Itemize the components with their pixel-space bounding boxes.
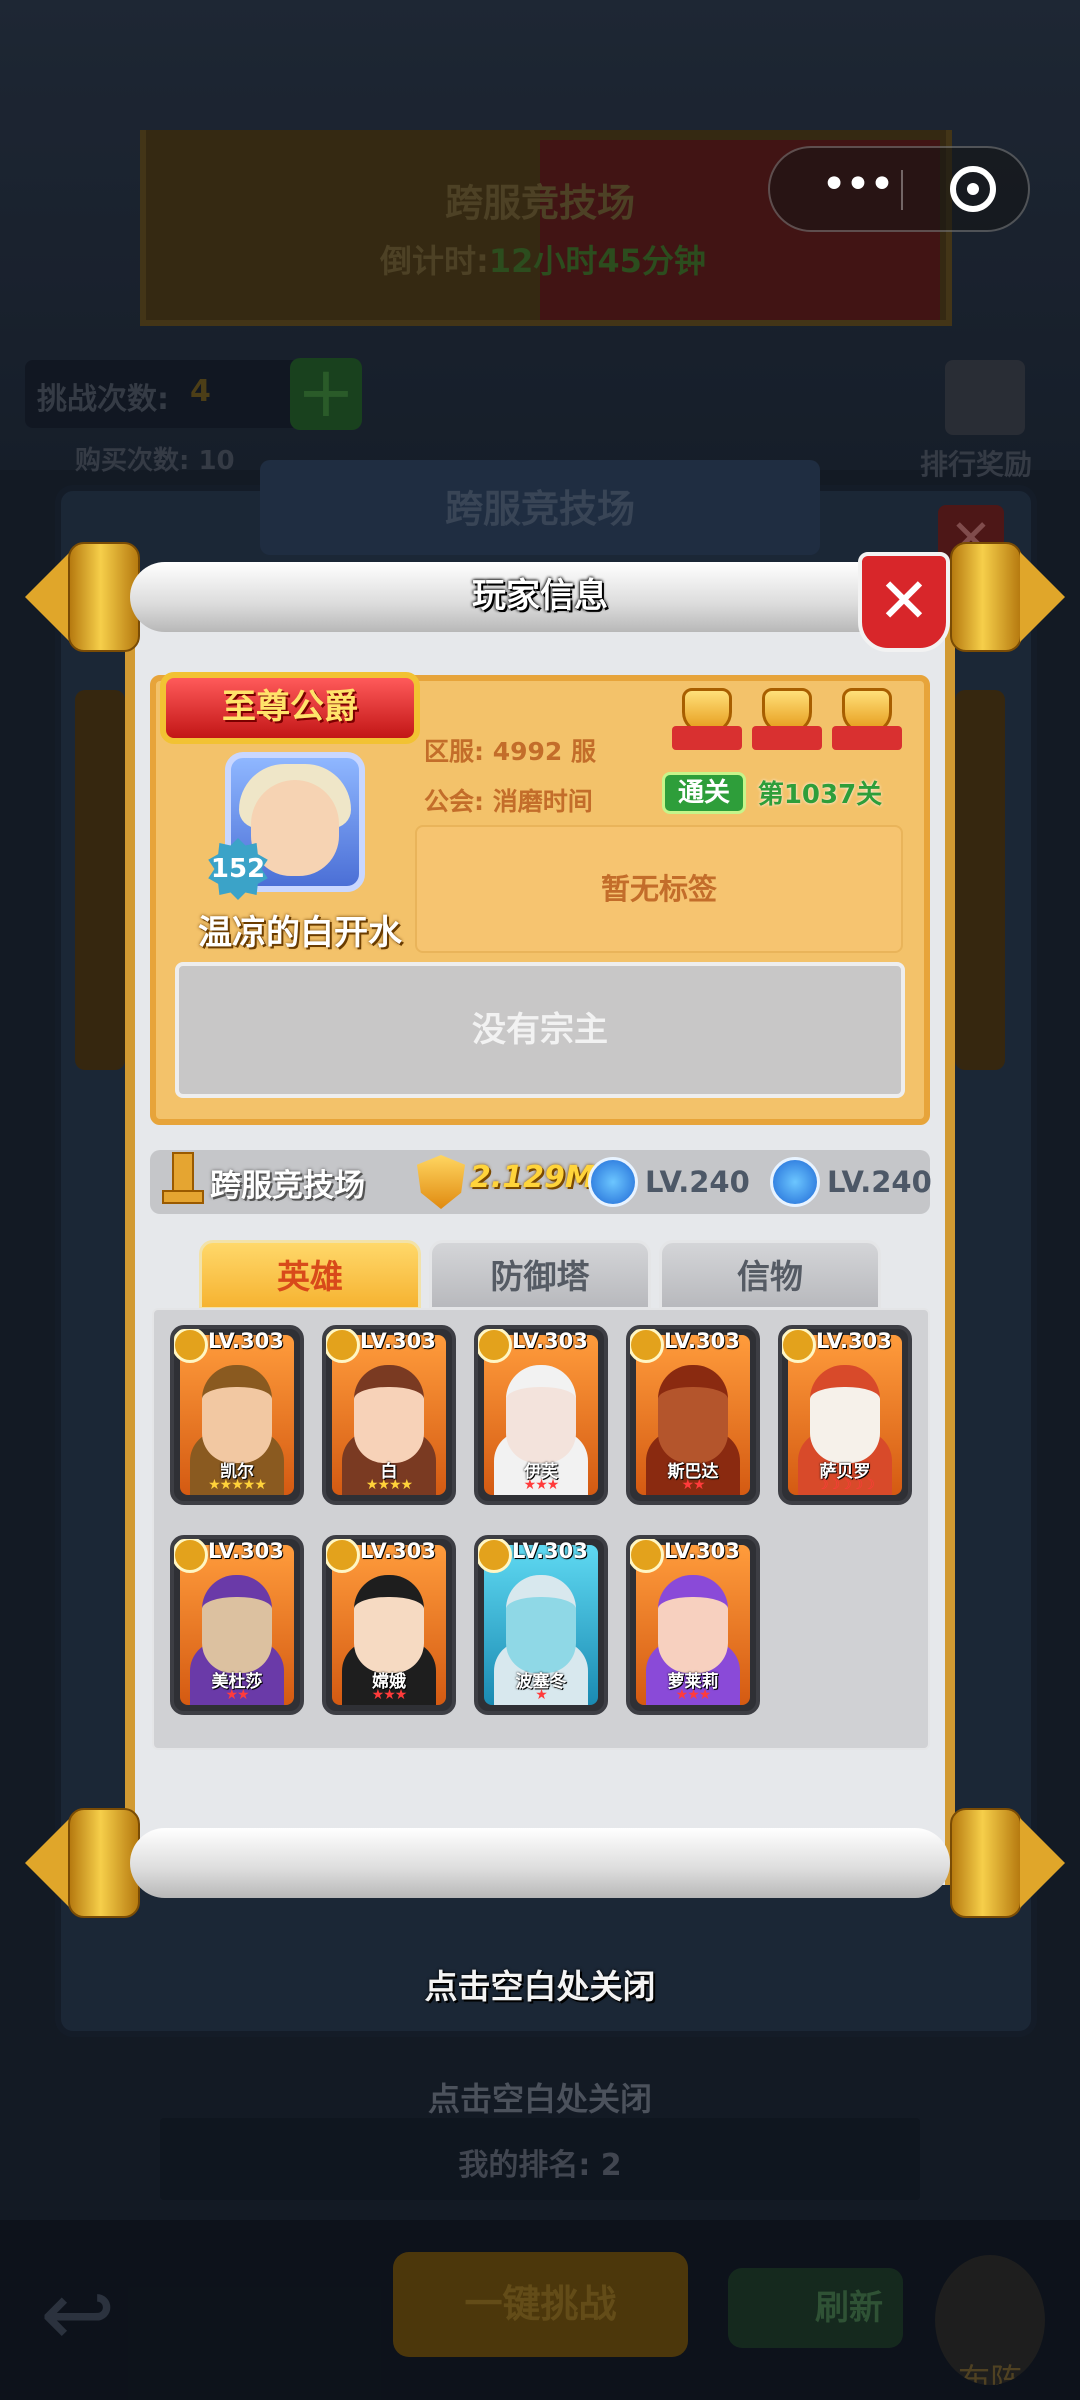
tab-heroes[interactable]: 英雄 <box>199 1240 421 1310</box>
hero-card[interactable]: LV.303 嫦娥 ★★★ <box>322 1535 456 1715</box>
hero-stars: ★★★★ <box>365 1477 413 1493</box>
hero-class-icon <box>326 1539 360 1573</box>
server-value: 4992 服 <box>492 737 597 766</box>
hero-class-icon <box>782 1329 816 1363</box>
hero-card[interactable]: LV.303 萝莱莉 ★★★ <box>626 1535 760 1715</box>
rod-tip-right-bottom <box>1020 1818 1065 1908</box>
hero-level: LV.303 <box>208 1539 284 1563</box>
rod-tip-left-bottom <box>25 1818 70 1908</box>
hero-level: LV.303 <box>360 1539 436 1563</box>
combat-power: 2.129M <box>470 1160 595 1195</box>
capsule-divider <box>901 170 903 210</box>
hero-stars: ★★★★★ <box>208 1477 267 1493</box>
hero-level: LV.303 <box>360 1329 436 1353</box>
player-tag: 暂无标签 <box>415 825 903 953</box>
title-badge: 至尊公爵 <box>160 672 420 744</box>
hero-level: LV.303 <box>816 1329 892 1353</box>
hero-card[interactable]: LV.303 波塞冬 ★ <box>474 1535 608 1715</box>
hero-card[interactable]: LV.303 斯巴达 ★★ <box>626 1325 760 1505</box>
close-miniprogram-icon[interactable] <box>950 166 996 212</box>
hero-level: LV.303 <box>664 1539 740 1563</box>
sect-master: 没有宗主 <box>175 962 905 1098</box>
hero-class-icon <box>478 1539 512 1573</box>
bow-icon <box>588 1157 638 1207</box>
close-icon: ✕ <box>878 564 930 637</box>
hero-class-icon <box>174 1329 208 1363</box>
tower-icon <box>770 1157 820 1207</box>
hero-stars: ★★ <box>225 1687 249 1703</box>
hero-class-icon <box>630 1329 664 1363</box>
trophy-icon <box>832 688 902 758</box>
hero-stars: ★ <box>535 1687 548 1703</box>
guild-value: 消磨时间 <box>492 787 593 816</box>
hero-card[interactable]: LV.303 凯尔 ★★★★★ <box>170 1325 304 1505</box>
hero-class-icon <box>174 1539 208 1573</box>
hero-stars: ☽☽☽☽☽ <box>816 1477 875 1493</box>
rook-icon <box>160 1152 206 1208</box>
tab-tokens[interactable]: 信物 <box>659 1240 881 1310</box>
stage-progress: 第1037关 <box>757 780 883 810</box>
guild-label: 公会: <box>424 787 484 816</box>
tower-level: LV.240 <box>827 1165 932 1199</box>
trophy-icon <box>752 688 822 758</box>
miniprogram-capsule: ••• <box>768 146 1030 232</box>
rod-knob-right-bottom <box>950 1808 1022 1918</box>
hero-card[interactable]: LV.303 萨贝罗 ☽☽☽☽☽ <box>778 1325 912 1505</box>
more-menu-icon[interactable]: ••• <box>812 148 902 230</box>
archer-level: LV.240 <box>645 1165 750 1199</box>
hero-level: LV.303 <box>208 1329 284 1353</box>
hero-stars: ★★★ <box>523 1477 560 1493</box>
dialog-close-button[interactable]: ✕ <box>858 552 950 652</box>
hero-class-icon <box>326 1329 360 1363</box>
pass-badge: 通关 <box>662 772 746 814</box>
hero-level: LV.303 <box>512 1539 588 1563</box>
hero-class-icon <box>630 1539 664 1573</box>
trophy-icon <box>672 688 742 758</box>
guild-info: 公会: 消磨时间 <box>424 782 593 818</box>
hero-card[interactable]: LV.303 伊芙 ★★★ <box>474 1325 608 1505</box>
hero-stars: ★★ <box>681 1477 705 1493</box>
player-name: 温凉的白开水 <box>198 913 402 953</box>
hero-stars: ★★★ <box>675 1687 712 1703</box>
hero-level: LV.303 <box>664 1329 740 1353</box>
hero-class-icon <box>478 1329 512 1363</box>
hero-level: LV.303 <box>512 1329 588 1353</box>
server-label: 区服: <box>424 737 484 766</box>
tab-towers[interactable]: 防御塔 <box>429 1240 651 1310</box>
hero-stars: ★★★ <box>371 1687 408 1703</box>
hero-card[interactable]: LV.303 美杜莎 ★★ <box>170 1535 304 1715</box>
bottom-rod <box>130 1828 950 1898</box>
close-hint: 点击空白处关闭 <box>424 1967 656 2006</box>
server-info: 区服: 4992 服 <box>424 732 596 768</box>
arena-label: 跨服竞技场 <box>210 1168 365 1204</box>
hero-card[interactable]: LV.303 白 ★★★★ <box>322 1325 456 1505</box>
